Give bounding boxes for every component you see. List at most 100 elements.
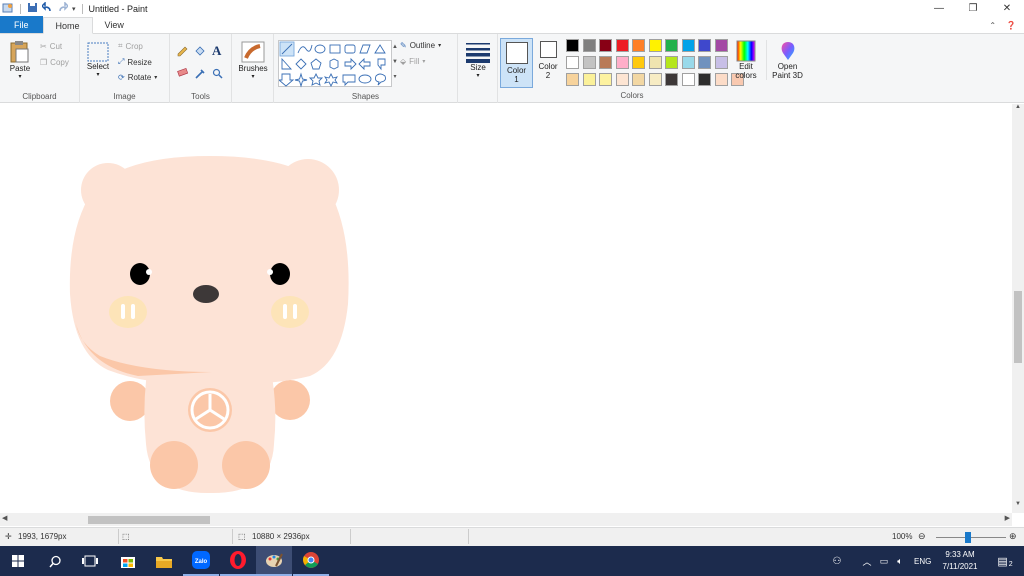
vertical-scrollbar[interactable]: ▲ ▼	[1012, 104, 1024, 513]
color-swatch[interactable]	[615, 73, 629, 86]
color-swatch[interactable]	[648, 73, 662, 86]
scroll-down-icon[interactable]: ▼	[1012, 501, 1024, 513]
clock[interactable]: 9:33 AM 7/11/2021	[934, 546, 986, 576]
color-swatch[interactable]	[714, 56, 728, 69]
magnifier-icon[interactable]	[212, 68, 223, 79]
taskbar-zalo[interactable]: Zalo	[183, 546, 219, 576]
eraser-icon[interactable]	[177, 68, 188, 77]
quick-access-toolbar: ▾	[0, 0, 85, 17]
color1-number: 1	[514, 75, 519, 84]
copy-button[interactable]: ❐ Copy	[40, 58, 69, 67]
text-tool-icon[interactable]: A	[212, 43, 221, 59]
copy-label: Copy	[50, 58, 69, 67]
color-swatch[interactable]	[566, 39, 579, 52]
color-swatch[interactable]	[582, 73, 596, 86]
taskbar-store[interactable]	[110, 546, 146, 576]
color-swatch[interactable]	[698, 56, 711, 69]
color-swatch[interactable]	[665, 39, 678, 52]
color-swatch[interactable]	[599, 39, 612, 52]
select-button[interactable]: Select ▾	[86, 42, 110, 80]
redo-icon[interactable]	[57, 1, 70, 15]
outline-button[interactable]: ✎ Outline ▾	[400, 41, 441, 50]
color-swatch[interactable]	[681, 73, 695, 86]
start-button[interactable]	[0, 546, 36, 576]
action-center-button[interactable]: ▤ 2	[990, 546, 1020, 576]
color-swatch[interactable]	[599, 73, 612, 86]
color-swatch[interactable]	[648, 56, 662, 69]
shapes-scroll[interactable]: ▲ ▼ ▾	[392, 40, 398, 87]
rotate-button[interactable]: ⟳ Rotate ▾	[118, 73, 157, 82]
color-swatch[interactable]	[599, 56, 612, 69]
people-icon[interactable]: ⚇	[828, 556, 846, 567]
resize-button[interactable]: ⤢ Resize	[118, 57, 152, 67]
drawing-canvas[interactable]	[0, 104, 1012, 513]
shapes-gallery[interactable]	[277, 40, 392, 88]
zoom-in-icon[interactable]: ⊕	[1009, 531, 1017, 542]
paste-button[interactable]: Paste ▾	[7, 40, 33, 82]
color-swatch[interactable]	[566, 73, 579, 86]
edit-colors-button[interactable]: Edit colors	[731, 40, 761, 80]
color-swatch[interactable]	[615, 39, 629, 52]
color-swatch[interactable]	[582, 56, 596, 69]
scroll-right-icon[interactable]: ▶	[1005, 514, 1010, 522]
collapse-ribbon-icon[interactable]: ⌃	[989, 21, 996, 30]
language-indicator[interactable]: ENG	[914, 557, 931, 566]
color-swatch[interactable]	[632, 39, 645, 52]
color-picker-icon[interactable]	[194, 68, 205, 79]
color-swatch[interactable]	[698, 73, 711, 86]
show-hidden-icons[interactable]: ︿	[858, 555, 876, 568]
color-swatch[interactable]	[648, 39, 662, 52]
zoom-slider-thumb[interactable]	[965, 532, 971, 543]
taskbar-opera[interactable]	[220, 546, 256, 576]
open-paint3d-button[interactable]: Open Paint 3D	[766, 40, 808, 80]
volume-icon[interactable]: 🔈︎	[892, 556, 908, 567]
window-controls: — ❐ ✕	[922, 0, 1024, 17]
undo-icon[interactable]	[40, 1, 53, 15]
horizontal-scrollbar[interactable]: ◀ ▶	[0, 513, 1012, 526]
zoom-slider[interactable]	[936, 532, 1006, 543]
color-swatch[interactable]	[665, 73, 678, 86]
minimize-button[interactable]: —	[922, 0, 956, 17]
battery-icon[interactable]: ▭	[876, 556, 892, 567]
scroll-up-icon[interactable]: ▲	[1012, 104, 1024, 116]
color1-button[interactable]: Color 1	[500, 38, 533, 88]
color-swatch[interactable]	[582, 39, 596, 52]
color-swatch[interactable]	[615, 56, 629, 69]
color-swatch[interactable]	[714, 39, 728, 52]
vertical-scroll-thumb[interactable]	[1014, 291, 1022, 363]
size-button[interactable]: Size ▾	[463, 41, 493, 81]
help-icon[interactable]: ❓	[1006, 21, 1016, 30]
restore-button[interactable]: ❐	[956, 0, 990, 17]
tab-view[interactable]: View	[93, 16, 136, 33]
save-icon[interactable]	[27, 2, 38, 15]
color-swatch[interactable]	[632, 56, 645, 69]
color-swatch[interactable]	[681, 56, 695, 69]
tab-file[interactable]: File	[0, 16, 43, 33]
close-button[interactable]: ✕	[990, 0, 1024, 17]
taskbar-paint[interactable]	[256, 546, 292, 576]
cut-button[interactable]: ✂ Cut	[40, 42, 62, 51]
scroll-left-icon[interactable]: ◀	[2, 514, 7, 522]
fill-button[interactable]: ⬙ Fill ▾	[400, 57, 425, 66]
color-swatch[interactable]	[665, 56, 678, 69]
task-view-button[interactable]	[72, 546, 108, 576]
color2-swatch	[539, 41, 557, 58]
color2-button[interactable]: Color 2	[535, 41, 561, 80]
color-swatch[interactable]	[698, 39, 711, 52]
tab-home[interactable]: Home	[42, 17, 93, 34]
zoom-out-icon[interactable]: ⊖	[918, 531, 926, 542]
horizontal-scroll-thumb[interactable]	[88, 516, 210, 524]
color-swatch[interactable]	[566, 56, 579, 69]
taskbar-file-explorer[interactable]	[146, 546, 182, 576]
fill-bucket-icon[interactable]	[194, 46, 205, 57]
color-swatch[interactable]	[632, 73, 645, 86]
customize-qat-icon[interactable]: ▾	[72, 5, 76, 13]
search-button[interactable]	[37, 546, 73, 576]
paint-app-icon[interactable]	[2, 2, 14, 16]
crop-button[interactable]: ⌗ Crop	[118, 41, 143, 51]
pencil-icon[interactable]	[177, 46, 188, 57]
taskbar-chrome[interactable]	[293, 546, 329, 576]
brushes-button[interactable]: Brushes ▾	[236, 40, 270, 82]
color-swatch[interactable]	[681, 39, 695, 52]
color-swatch[interactable]	[714, 73, 728, 86]
